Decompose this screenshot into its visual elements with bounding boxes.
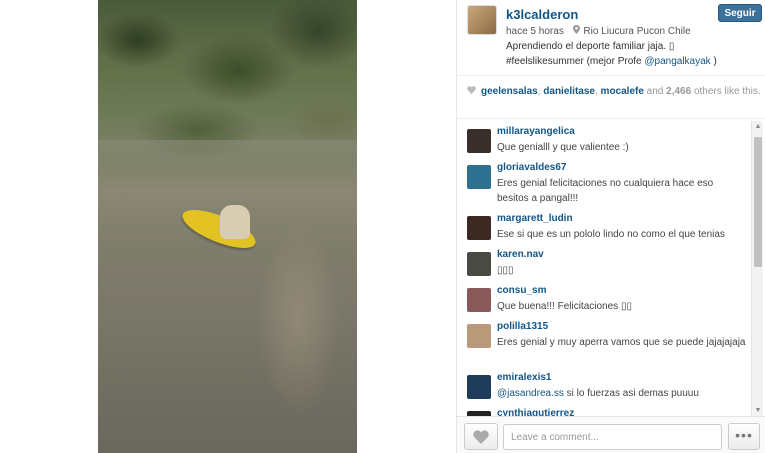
comment-text: Ese si que es un pololo lindo no como el…: [497, 229, 725, 240]
caption-line-2: #feelslikesummer (mejor Profe @pangalkay…: [506, 54, 756, 69]
post-time[interactable]: hace 5 horas: [506, 26, 564, 37]
commenter-avatar[interactable]: [467, 129, 491, 153]
likes-rest-text: others like this.: [691, 86, 761, 97]
instagram-post-view: k3lcalderon Seguir hace 5 horas Rio Liuc…: [0, 0, 765, 453]
comment-text: Que buena!!! Felicitaciones ▯▯: [497, 301, 632, 312]
caption-hashtag-text: #feelslikesummer (mejor Profe: [506, 56, 645, 67]
commenter-username[interactable]: gloriavaldes67: [497, 162, 566, 173]
likes-count[interactable]: 2,466: [666, 86, 691, 97]
commenter-username[interactable]: cynthiagutierrez: [497, 408, 574, 416]
video-shore: [98, 140, 357, 170]
media-area: [0, 0, 456, 453]
heart-icon: [467, 86, 477, 98]
post-caption: Aprendiendo el deporte familiar jaja. ▯ …: [506, 39, 756, 69]
commenter-username[interactable]: consu_sm: [497, 285, 546, 296]
scrollbar-thumb[interactable]: [754, 137, 762, 267]
video-glare: [238, 180, 357, 453]
comment-input[interactable]: [503, 424, 722, 450]
comments-section: millarayangelica Que genialll y que vali…: [457, 118, 765, 416]
heart-icon: [473, 430, 489, 444]
like-button[interactable]: [464, 423, 498, 450]
caption-mention-link[interactable]: @pangalkayak: [644, 56, 710, 67]
commenter-avatar[interactable]: [467, 216, 491, 240]
comment-text: Eres genial y muy aperra vamos que se pu…: [497, 337, 746, 348]
more-options-button[interactable]: •••: [728, 423, 760, 450]
commenter-avatar[interactable]: [467, 288, 491, 312]
likes-and: and: [643, 86, 667, 97]
comment-mention-link[interactable]: @jasandrea.ss: [497, 388, 564, 399]
comments-list: millarayangelica Que genialll y que vali…: [457, 119, 749, 416]
commenter-username[interactable]: karen.nav: [497, 249, 544, 260]
location-pin-icon: [572, 25, 580, 37]
comment-text: Eres genial felicitaciones no cualquiera…: [497, 178, 714, 204]
follow-button[interactable]: Seguir: [718, 4, 762, 22]
liker-link[interactable]: mocalefe: [601, 86, 644, 97]
commenter-username[interactable]: millarayangelica: [497, 126, 575, 137]
post-sidebar: k3lcalderon Seguir hace 5 horas Rio Liuc…: [456, 0, 765, 453]
commenter-avatar[interactable]: [467, 252, 491, 276]
post-location-link[interactable]: Rio Liucura Pucon Chile: [583, 26, 690, 37]
caption-line-1: Aprendiendo el deporte familiar jaja. ▯: [506, 41, 675, 52]
owner-username-link[interactable]: k3lcalderon: [506, 7, 578, 22]
commenter-avatar[interactable]: [467, 165, 491, 189]
commenter-avatar[interactable]: [467, 324, 491, 348]
commenter-username[interactable]: emiralexis1: [497, 372, 552, 383]
comments-scrollbar[interactable]: ▲ ▼: [751, 121, 763, 416]
post-video[interactable]: [98, 0, 357, 453]
video-trees: [98, 0, 357, 160]
commenter-username[interactable]: margarett_ludin: [497, 213, 573, 224]
liker-link[interactable]: geelensalas: [481, 86, 538, 97]
comment-text-rest: si lo fuerzas asi demas puuuu: [563, 388, 699, 399]
post-header: k3lcalderon Seguir hace 5 horas Rio Liuc…: [457, 0, 765, 76]
comment-footer: •••: [457, 416, 765, 453]
scroll-up-arrow-icon[interactable]: ▲: [752, 121, 764, 133]
comment-text: @jasandrea.ss si lo fuerzas asi demas pu…: [497, 386, 747, 401]
comment-text: ▯▯▯: [497, 265, 514, 276]
caption-suffix: ): [710, 56, 717, 67]
commenter-avatar[interactable]: [467, 375, 491, 399]
liker-link[interactable]: danielitase: [543, 86, 595, 97]
commenter-username[interactable]: polilla1315: [497, 321, 548, 332]
scroll-down-arrow-icon[interactable]: ▼: [752, 405, 764, 416]
owner-avatar[interactable]: [467, 5, 497, 35]
post-meta: hace 5 horas Rio Liucura Pucon Chile: [506, 25, 691, 37]
comment-text: Que genialll y que valientee :): [497, 142, 629, 153]
likes-summary: geelensalas, danielitase, mocalefe and 2…: [467, 86, 762, 98]
child-figure: [220, 205, 250, 239]
